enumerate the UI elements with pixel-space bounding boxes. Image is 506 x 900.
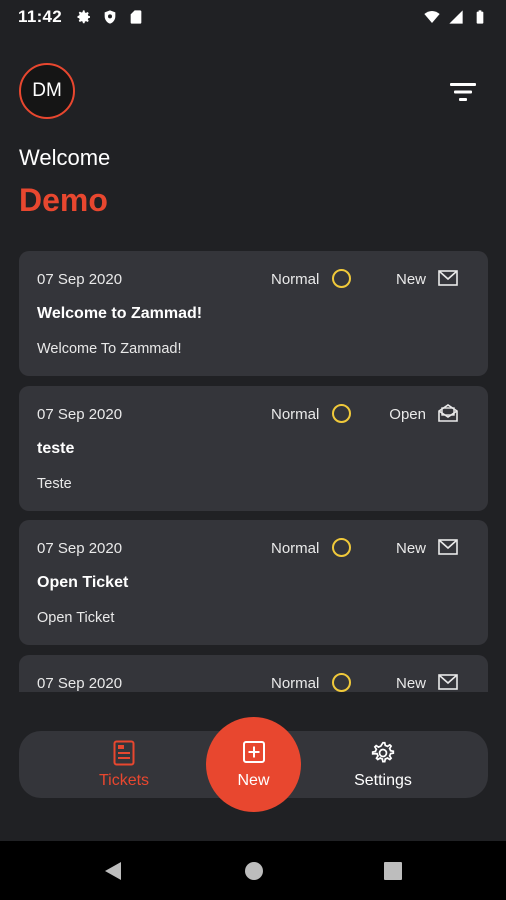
ticket-state: Open — [389, 406, 426, 423]
new-ticket-label: New — [237, 771, 270, 789]
ticket-body: Teste — [37, 476, 72, 492]
new-ticket-button[interactable]: New — [206, 717, 301, 812]
ticket-date: 07 Sep 2020 — [37, 271, 123, 288]
ticket-date: 07 Sep 2020 — [37, 406, 123, 423]
ticket-card[interactable]: 07 Sep 2020 Normal New Open Ticket Open … — [19, 520, 488, 645]
status-bar: 11:42 — [0, 0, 506, 34]
recents-icon[interactable] — [382, 860, 404, 882]
ticket-priority: Normal — [271, 271, 320, 288]
priority-circle-icon — [332, 538, 351, 557]
status-time: 11:42 — [18, 7, 63, 26]
envelope-open-icon — [438, 404, 458, 422]
avatar[interactable]: DM — [19, 63, 75, 119]
priority-circle-icon — [332, 673, 351, 692]
nav-tickets[interactable]: Tickets — [64, 731, 184, 798]
envelope-closed-icon — [438, 539, 458, 555]
filter-button[interactable] — [444, 78, 482, 106]
welcome-text: Welcome — [19, 145, 111, 170]
ticket-card[interactable]: 07 Sep 2020 Normal Open teste Teste — [19, 386, 488, 511]
ticket-priority: Normal — [271, 406, 320, 423]
wifi-icon — [424, 11, 440, 23]
ticket-priority: Normal — [271, 675, 320, 692]
ticket-priority: Normal — [271, 540, 320, 557]
envelope-closed-icon — [438, 674, 458, 690]
ticket-state: New — [395, 271, 426, 288]
ticket-date: 07 Sep 2020 — [37, 540, 123, 557]
tickets-icon — [113, 740, 135, 765]
system-nav-bar — [0, 841, 506, 900]
nav-tickets-label: Tickets — [98, 771, 150, 789]
ticket-card[interactable]: 07 Sep 2020 Normal New — [19, 655, 488, 692]
ticket-date: 07 Sep 2020 — [37, 675, 123, 692]
priority-circle-icon — [332, 404, 351, 423]
ticket-card[interactable]: 07 Sep 2020 Normal New Welcome to Zammad… — [19, 251, 488, 376]
home-icon[interactable] — [243, 860, 265, 882]
priority-circle-icon — [332, 269, 351, 288]
nav-settings-label: Settings — [354, 771, 412, 789]
nav-settings[interactable]: Settings — [323, 731, 443, 798]
ticket-state: New — [395, 540, 426, 557]
filter-icon — [450, 83, 476, 101]
add-box-icon — [242, 740, 265, 763]
avatar-initials: DM — [32, 80, 62, 101]
ticket-body: Welcome To Zammad! — [37, 341, 182, 357]
ticket-state: New — [395, 675, 426, 692]
back-icon[interactable] — [102, 860, 124, 882]
ticket-title: teste — [37, 440, 75, 457]
ticket-list[interactable]: 07 Sep 2020 Normal New Welcome to Zammad… — [19, 251, 488, 692]
signal-icon — [449, 10, 463, 24]
status-icons-left — [76, 9, 144, 25]
gear-icon — [371, 741, 395, 763]
envelope-closed-icon — [438, 270, 458, 286]
ticket-title: Welcome to Zammad! — [37, 305, 203, 322]
user-name: Demo — [19, 182, 108, 218]
ticket-body: Open Ticket — [37, 610, 115, 626]
status-icons-right — [424, 9, 488, 25]
ticket-title: Open Ticket — [37, 574, 129, 591]
gear-icon — [77, 10, 91, 24]
shield-icon — [104, 10, 116, 24]
battery-icon — [476, 10, 484, 24]
sim-card-icon — [130, 10, 142, 24]
